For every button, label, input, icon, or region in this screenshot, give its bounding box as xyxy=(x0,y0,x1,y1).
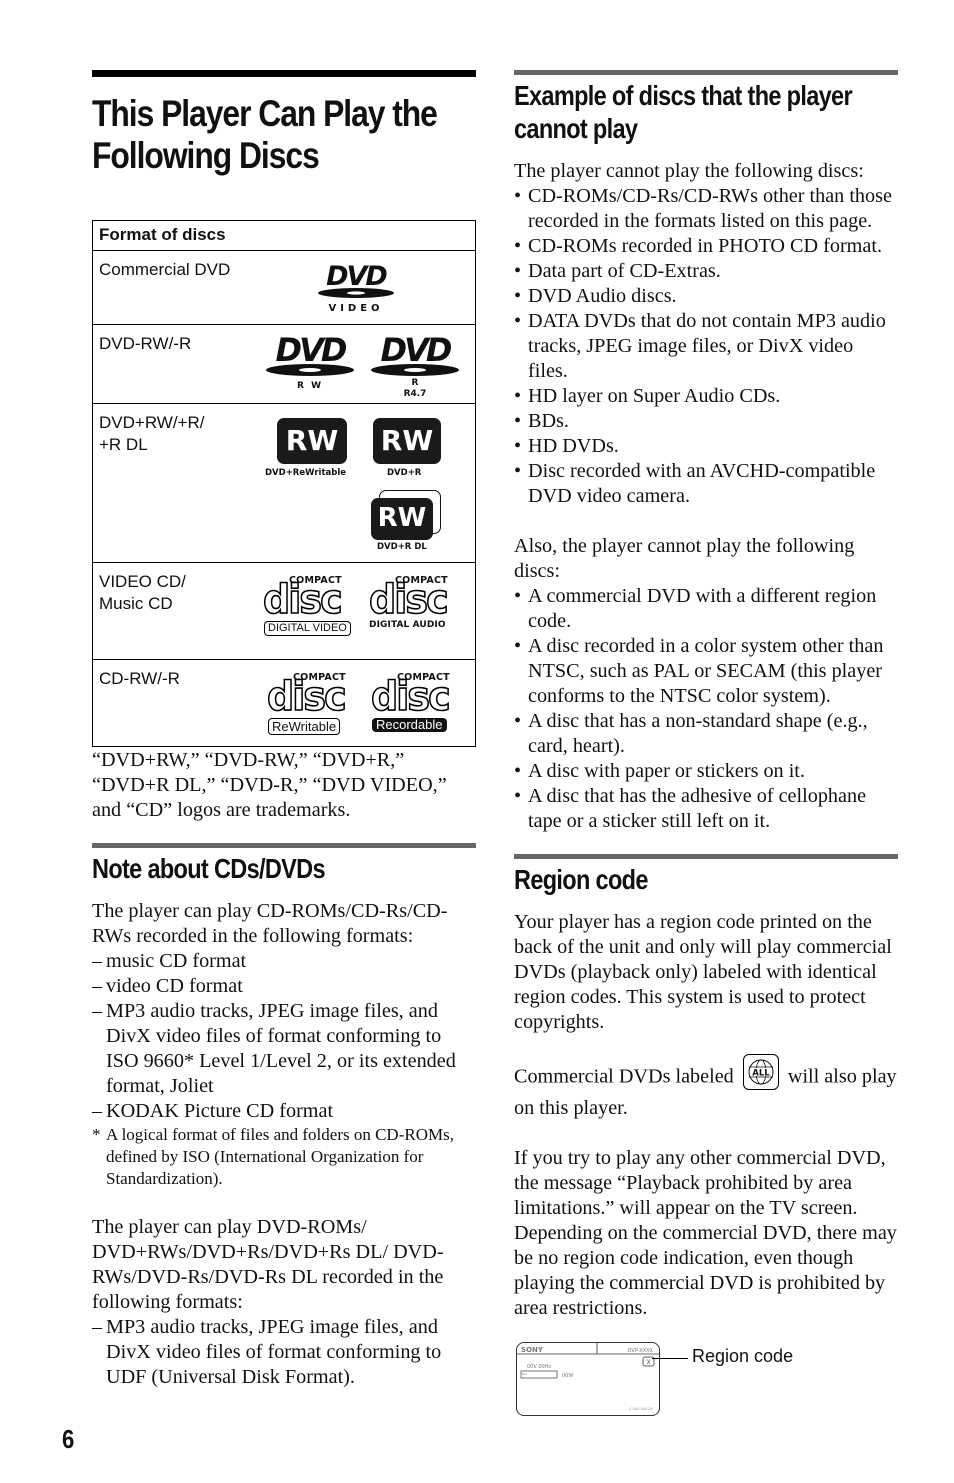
note-heading: Note about CDs/DVDs xyxy=(92,853,326,884)
svg-text:0-000-000-00: 0-000-000-00 xyxy=(629,1407,653,1411)
list-item: A commercial DVD with a different region… xyxy=(514,584,898,634)
table-row: Commercial DVD DVD VIDEO xyxy=(93,251,475,324)
trademark-note: “DVD+RW,” “DVD-RW,” “DVD+R,” “DVD+R DL,”… xyxy=(92,749,447,821)
list-item: MP3 audio tracks, JPEG image files, and … xyxy=(92,999,476,1099)
list-item: DVD Audio discs. xyxy=(514,284,898,309)
region-code-callout: Region code xyxy=(692,1346,794,1366)
dvd-plus-r-dl-logo: RW DVD+R DL xyxy=(371,490,443,552)
page-number: 6 xyxy=(62,1424,75,1454)
list-item: video CD format xyxy=(92,974,476,999)
list-item: A disc recorded in a color system other … xyxy=(514,634,898,709)
list-item: A disc that has the adhesive of cellopha… xyxy=(514,784,898,834)
list-item: A disc with paper or stickers on it. xyxy=(514,759,898,784)
dvd-r-caption: R xyxy=(412,378,419,388)
section-rule xyxy=(92,843,476,848)
list-item: music CD format xyxy=(92,949,476,974)
dvd-r-logo: DVD R R4.7 xyxy=(368,333,462,399)
list-item: HD layer on Super Audio CDs. xyxy=(514,384,898,409)
rear-panel-label-diagram: SONY DVP-XXXX X 00V 00Hz NO. 00W 0-000-0… xyxy=(516,1342,660,1416)
list-item: A disc that has a non-standard shape (e.… xyxy=(514,709,898,759)
compact-disc-rewritable-logo: COMPACT disc ReWritable xyxy=(266,672,347,735)
table-row: DVD+RW/+R/ +R DL RW DVD+ReWritable RW DV… xyxy=(93,404,475,562)
format-label: Commercial DVD xyxy=(99,260,231,279)
list-item: HD DVDs. xyxy=(514,434,898,459)
dvd-format-list: MP3 audio tracks, JPEG image files, and … xyxy=(92,1315,476,1390)
left-column: This Player Can Play the Following Discs… xyxy=(92,70,476,1390)
all-region-sentence: Commercial DVDs labeled ALL will also pl… xyxy=(514,1054,898,1121)
region-all-globe-icon: ALL xyxy=(742,1054,779,1090)
title-rule xyxy=(92,70,476,77)
list-item: BDs. xyxy=(514,409,898,434)
dvd-intro: The player can play DVD-ROMs/ DVD+RWs/DV… xyxy=(92,1216,444,1313)
region-body: Your player has a region code printed on… xyxy=(514,911,898,1319)
svg-text:DVD: DVD xyxy=(326,261,387,292)
cannot-play-heading: Example of discs that the player cannot … xyxy=(514,80,853,144)
note-body: The player can play CD-ROMs/CD-Rs/CD-RWs… xyxy=(92,899,476,1390)
svg-text:ALL: ALL xyxy=(752,1069,770,1079)
cannot-play-body: The player cannot play the following dis… xyxy=(514,159,898,834)
svg-text:00V 00Hz: 00V 00Hz xyxy=(527,1364,551,1370)
section-rule xyxy=(514,70,898,75)
table-row: VIDEO CD/ Music CD COMPACT disc DIGITAL … xyxy=(93,563,475,659)
svg-text:DVD: DVD xyxy=(276,333,347,369)
region-code-mark: X xyxy=(646,1359,650,1366)
dvd-video-caption: VIDEO xyxy=(328,303,383,314)
svg-text:00W: 00W xyxy=(562,1373,573,1379)
callout-leader-line xyxy=(652,1358,688,1359)
cd-format-list: music CD format video CD format MP3 audi… xyxy=(92,949,476,1124)
table-header: Format of discs xyxy=(92,220,476,251)
list-item: Data part of CD-Extras. xyxy=(514,259,898,284)
list-item: MP3 audio tracks, JPEG image files, and … xyxy=(92,1315,476,1390)
list-item: CD-ROMs recorded in PHOTO CD format. xyxy=(514,234,898,259)
brand-logo: SONY xyxy=(521,1346,544,1354)
cd-intro: The player can play CD-ROMs/CD-Rs/CD-RWs… xyxy=(92,900,448,947)
list-item: DATA DVDs that do not contain MP3 audio … xyxy=(514,309,898,384)
dvd-video-logo: DVD VIDEO xyxy=(313,261,399,317)
dvd-rw-logo: DVD R W xyxy=(263,333,357,395)
compact-disc-digital-audio-logo: COMPACT disc DIGITAL AUDIO xyxy=(368,575,449,630)
footnote: * A logical format of files and folders … xyxy=(92,1125,454,1188)
cannot-play-list: CD-ROMs/CD-Rs/CD-RWs other than those re… xyxy=(514,184,898,509)
list-item: CD-ROMs/CD-Rs/CD-RWs other than those re… xyxy=(514,184,898,234)
region-heading: Region code xyxy=(514,864,648,895)
section-rule xyxy=(514,854,898,859)
compact-disc-digital-video-logo: COMPACT disc DIGITAL VIDEO xyxy=(262,575,351,637)
format-label: VIDEO CD/ Music CD xyxy=(99,572,186,613)
page-title: This Player Can Play the Following Discs xyxy=(92,93,438,176)
dvd-plus-r-logo: RW DVD+R xyxy=(371,418,443,480)
model-number: DVP-XXXX xyxy=(628,1348,654,1354)
disc-format-table: Format of discs Commercial DVD DVD VIDEO… xyxy=(92,220,476,747)
svg-text:NO.: NO. xyxy=(522,1372,527,1376)
format-label: DVD-RW/-R xyxy=(99,334,192,353)
dvd-rw-caption: R W xyxy=(297,381,323,391)
table-row: DVD-RW/-R DVD R W DVD R R4.7 xyxy=(93,325,475,403)
list-item: Disc recorded with an AVCHD-compatible D… xyxy=(514,459,898,509)
format-label: DVD+RW/+R/ +R DL xyxy=(99,413,205,454)
svg-text:DVD: DVD xyxy=(381,333,452,369)
list-item: KODAK Picture CD format xyxy=(92,1099,476,1124)
table-row: CD-RW/-R COMPACT disc ReWritable COMPACT… xyxy=(93,660,475,746)
dvd-plus-rw-logo: RW DVD+ReWritable xyxy=(265,418,357,480)
dvd-r-capacity: R4.7 xyxy=(404,389,427,399)
compact-disc-recordable-logo: COMPACT disc Recordable xyxy=(370,672,451,732)
also-cannot-play-list: A commercial DVD with a different region… xyxy=(514,584,898,834)
right-column: Example of discs that the player cannot … xyxy=(514,70,898,1321)
format-label: CD-RW/-R xyxy=(99,669,180,688)
